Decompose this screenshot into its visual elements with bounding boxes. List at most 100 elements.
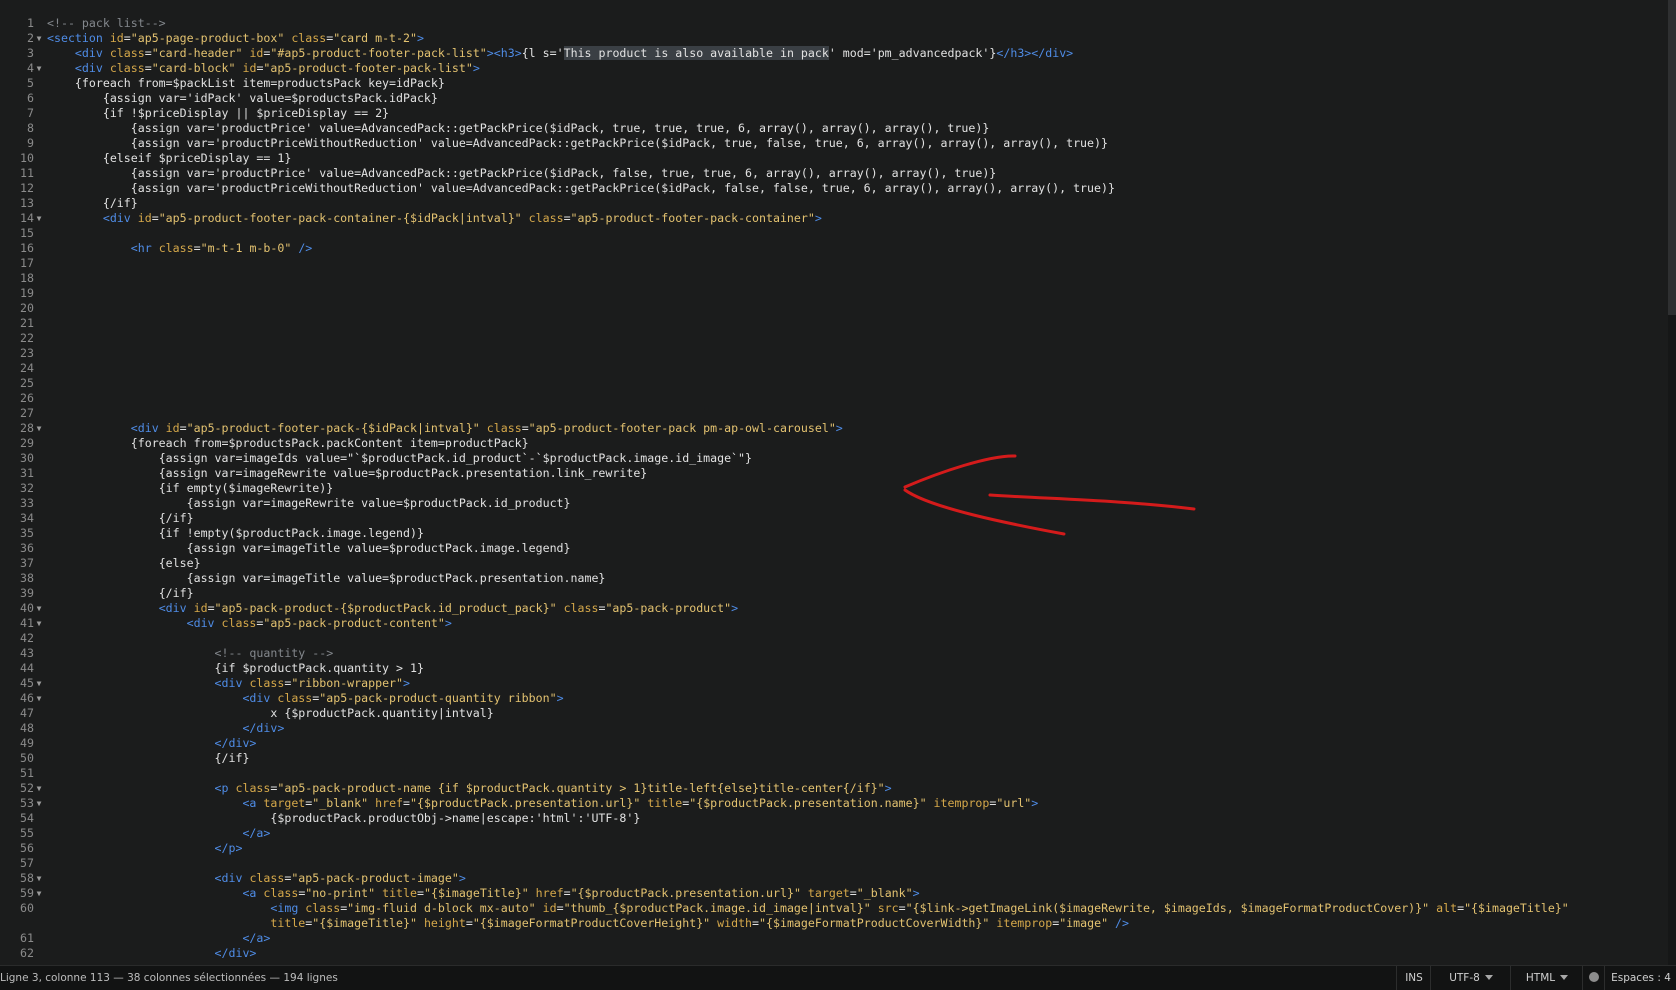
code-text: {assign var=imageIds value="`$productPac… [47, 451, 752, 466]
fold-arrow-icon[interactable]: ▼ [34, 676, 44, 691]
code-token: "_blank" [312, 796, 369, 810]
macro-record-button[interactable] [1582, 966, 1605, 990]
code-token: {assign var=imageRewrite value=$productP… [158, 466, 648, 480]
code-token: {/if} [158, 586, 194, 600]
fold-arrow-icon[interactable]: ▼ [34, 886, 44, 901]
insert-mode-indicator[interactable]: INS [1396, 966, 1431, 990]
code-token: {foreach from=$productsPack.packContent … [130, 436, 529, 450]
line-number: 25 [20, 376, 34, 390]
code-token: = [123, 31, 131, 45]
line-number: 18 [20, 271, 34, 285]
fold-arrow-icon[interactable]: ▼ [34, 691, 44, 706]
code-text: <!-- quantity --> [47, 646, 334, 661]
syntax-selector[interactable]: HTML [1510, 966, 1583, 990]
code-text: <p class="ap5-pack-product-name {if $pro… [47, 781, 892, 796]
code-text: <div class="ribbon-wrapper"> [47, 676, 410, 691]
line-number: 58 [20, 871, 34, 885]
code-token: class [486, 421, 522, 435]
code-token: alt [1436, 901, 1458, 915]
code-text: {/if} [47, 511, 194, 526]
code-token: "{$imageTitle}" [1464, 901, 1569, 915]
code-token: title [647, 796, 683, 810]
code-token: "ribbon-wrapper" [291, 676, 404, 690]
code-token: {/if} [102, 196, 138, 210]
line-number: 8 [27, 121, 34, 135]
code-token: {$productPack.productObj->name|escape:'h… [270, 811, 641, 825]
code-text: <div class="ap5-pack-product-content"> [47, 616, 452, 631]
fold-arrow-icon[interactable]: ▼ [34, 781, 44, 796]
code-editor[interactable]: 1 <!-- pack list--> 2 ▼ <section id="ap5-pag… [0, 0, 1668, 965]
code-text: {elseif $priceDisplay == 1} [47, 151, 291, 166]
code-token: = [193, 241, 201, 255]
line-number: 32 [20, 481, 34, 495]
encoding-selector[interactable]: UTF-8 [1430, 966, 1511, 990]
code-token: class [277, 691, 313, 705]
code-token: > [416, 31, 424, 45]
line-number: 26 [20, 391, 34, 405]
code-token: <!-- pack list--> [47, 16, 166, 30]
fold-arrow-icon[interactable]: ▼ [34, 796, 44, 811]
code-token: <a [242, 886, 257, 900]
code-token: <hr [130, 241, 152, 255]
line-number: 38 [20, 571, 34, 585]
code-token: = [417, 886, 424, 900]
code-token: "{$link->getImageLink($imageRewrite, $im… [905, 901, 1430, 915]
selected-text: This product is also available in pack [563, 46, 829, 60]
code-token: </div> [214, 946, 257, 960]
line-number: 21 [20, 316, 34, 330]
code-token: > [458, 871, 466, 885]
line-number: 40 [20, 601, 34, 615]
code-token: "_blank" [856, 886, 913, 900]
code-token: /> [1115, 916, 1130, 930]
code-token: class [528, 211, 564, 225]
code-token: "{$imageFormatProductCoverHeight}" [472, 916, 711, 930]
line-number: 54 [20, 811, 34, 825]
code-token: "card-block" [151, 61, 236, 75]
code-token: id [137, 211, 152, 225]
code-text: {/if} [47, 196, 138, 211]
code-token: = [563, 886, 571, 900]
fold-arrow-icon[interactable]: ▼ [34, 421, 44, 436]
code-token: "ap5-page-product-box" [130, 31, 285, 45]
code-token: "ap5-pack-product-{$productPack.id_produ… [214, 601, 557, 615]
line-number: 20 [20, 301, 34, 315]
vertical-scrollbar-thumb[interactable] [1668, 0, 1676, 315]
code-token: ><h3> [486, 46, 522, 60]
fold-arrow-icon[interactable]: ▼ [34, 61, 44, 76]
line-number: 56 [20, 841, 34, 855]
line-number: 50 [20, 751, 34, 765]
record-icon [1589, 972, 1599, 982]
indentation-selector[interactable]: Espaces : 4 [1604, 966, 1676, 990]
code-token: ' mod='pm_advancedpack'} [828, 46, 997, 60]
fold-arrow-icon[interactable]: ▼ [34, 616, 44, 631]
code-text: {assign var='productPriceWithoutReductio… [47, 181, 1115, 196]
code-token: "{$productPack.presentation.url}" [410, 796, 641, 810]
fold-arrow-icon[interactable]: ▼ [34, 211, 44, 226]
code-token: <div [74, 46, 103, 60]
code-token: = [207, 601, 215, 615]
code-token: /> [298, 241, 313, 255]
code-token: {assign var='productPriceWithoutReductio… [130, 136, 1108, 150]
fold-arrow-icon[interactable]: ▼ [34, 871, 44, 886]
code-text: <div id="ap5-product-footer-pack-contain… [47, 211, 822, 226]
fold-arrow-icon[interactable]: ▼ [34, 601, 44, 616]
code-token: href [535, 886, 564, 900]
line-number: 33 [20, 496, 34, 510]
fold-arrow-icon[interactable]: ▼ [34, 31, 44, 46]
line-number: 49 [20, 736, 34, 750]
line-number: 41 [20, 616, 34, 630]
code-text: </a> [47, 931, 270, 946]
